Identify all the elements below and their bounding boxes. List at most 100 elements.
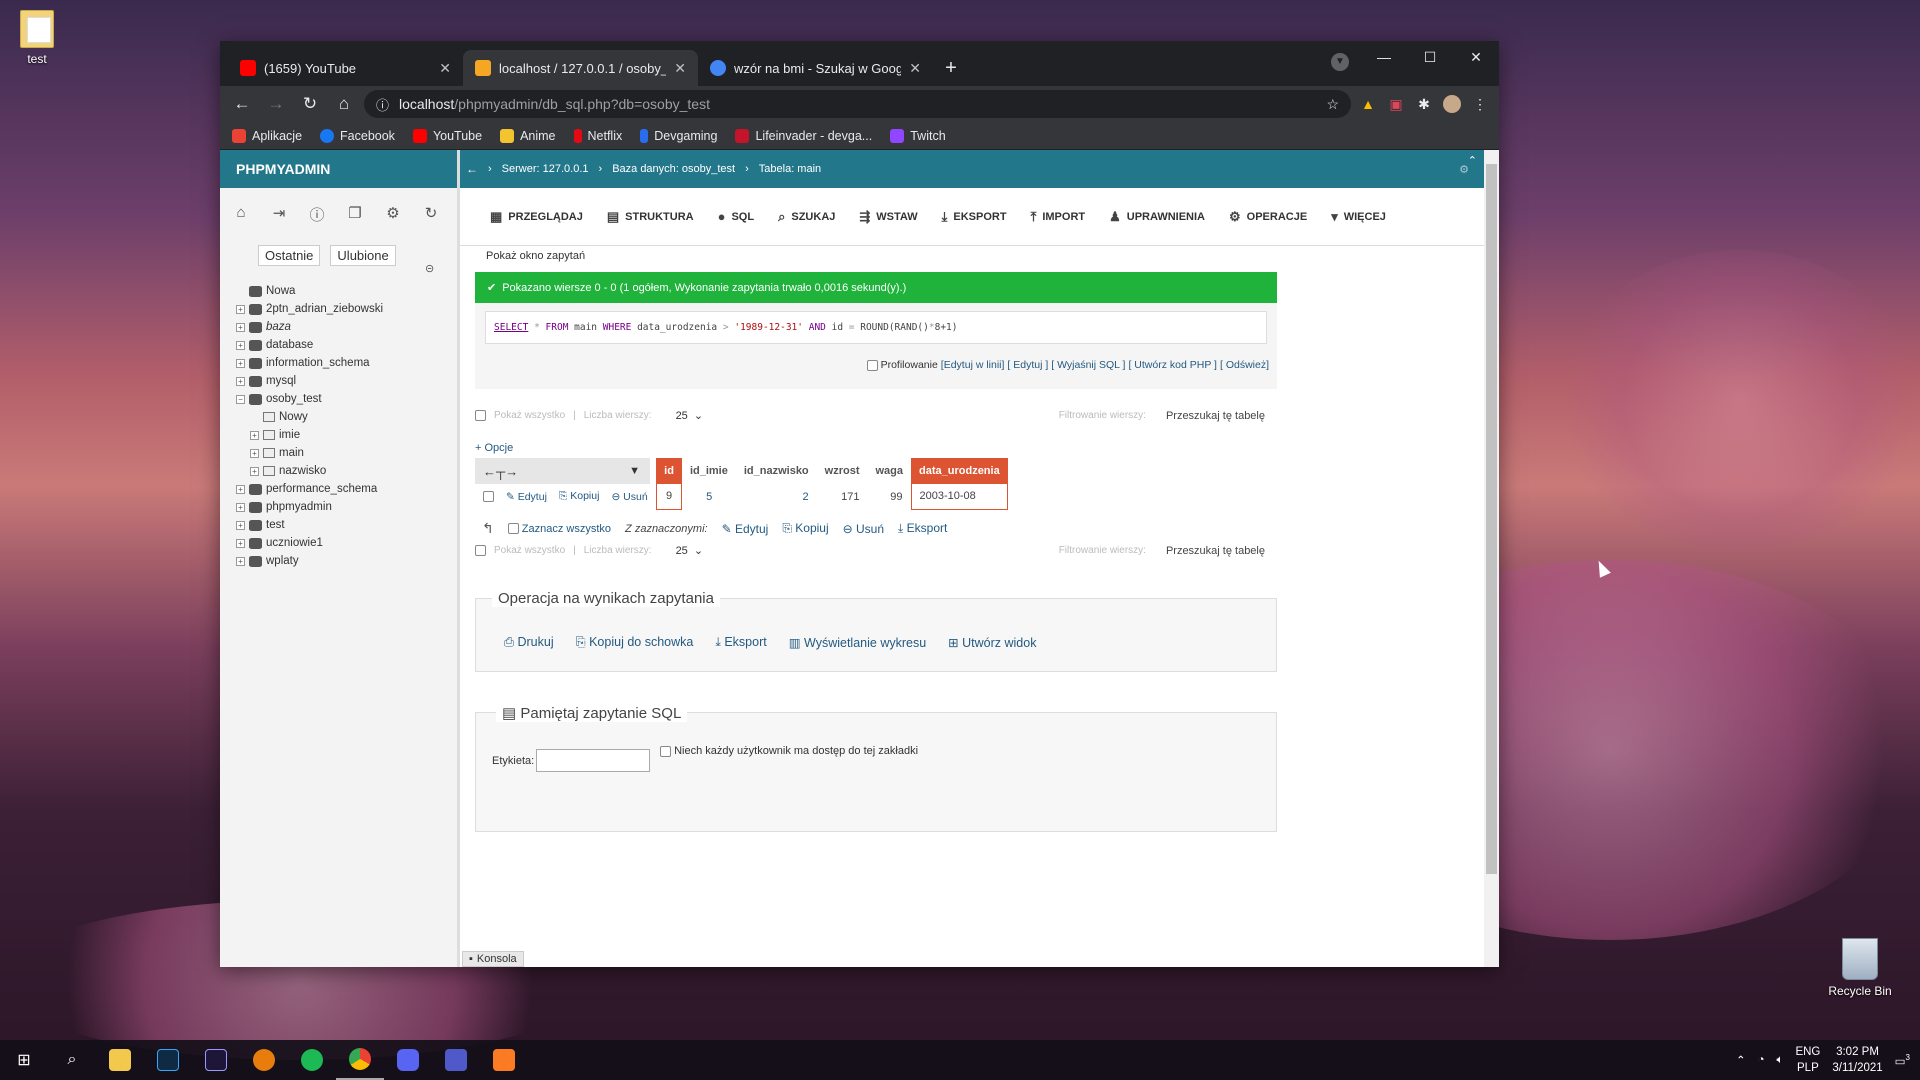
- bookmark-lifeinvader[interactable]: Lifeinvader - devga...: [735, 128, 872, 143]
- menu-tab-operacje[interactable]: ⚙ OPERACJE: [1229, 209, 1307, 225]
- profiling-checkbox[interactable]: [866, 359, 878, 371]
- row-copy-button[interactable]: ⎘ Kopiuj: [559, 490, 600, 503]
- expand-toggle-icon[interactable]: −: [236, 394, 245, 404]
- tree-database-item[interactable]: +2ptn_adrian_ziebowski: [236, 300, 383, 318]
- premiere-icon[interactable]: [192, 1040, 240, 1080]
- search-icon[interactable]: ⌕: [48, 1040, 96, 1080]
- collapse-icon[interactable]: ⌃: [1468, 154, 1477, 167]
- expand-toggle-icon[interactable]: +: [250, 466, 259, 476]
- expand-toggle-icon[interactable]: +: [236, 484, 245, 494]
- expand-toggle-icon[interactable]: +: [236, 340, 245, 350]
- rows-select[interactable]: 25 ⌄: [676, 409, 704, 422]
- expand-toggle-icon[interactable]: +: [236, 520, 245, 530]
- menu-tab-struktura[interactable]: ▤ STRUKTURA: [607, 209, 694, 225]
- tab-search-icon[interactable]: ▼: [1331, 53, 1349, 71]
- create-view-button[interactable]: ⊞ Utwórz widok: [948, 635, 1036, 650]
- blender-icon[interactable]: [240, 1040, 288, 1080]
- notifications-icon[interactable]: ▭3: [1895, 1053, 1910, 1068]
- settings-icon[interactable]: ⚙: [384, 204, 402, 225]
- expand-toggle-icon[interactable]: +: [250, 430, 259, 440]
- expand-toggle-icon[interactable]: +: [236, 304, 245, 314]
- options-link[interactable]: + Opcje: [475, 442, 513, 454]
- check-all-toggle[interactable]: Zaznacz wszystko: [507, 523, 611, 535]
- menu-tab-przeglądaj[interactable]: ▦ PRZEGLĄDAJ: [490, 209, 583, 225]
- home-icon[interactable]: ⌂: [232, 204, 250, 225]
- reload-icon[interactable]: ↻: [296, 90, 324, 118]
- close-window-button[interactable]: ✕: [1453, 41, 1499, 73]
- inline-edit-link[interactable]: [Edytuj w linii]: [941, 359, 1005, 371]
- extensions-icon[interactable]: ✱: [1413, 93, 1435, 115]
- recent-tab[interactable]: Ostatnie: [258, 245, 321, 266]
- column-header-id-nazwisko[interactable]: id_nazwisko: [736, 458, 817, 484]
- menu-tab-eksport[interactable]: ⤓ EKSPORT: [942, 209, 1007, 225]
- profile-avatar[interactable]: [1441, 93, 1463, 115]
- expand-toggle-icon[interactable]: +: [236, 322, 245, 332]
- home-icon[interactable]: ⌂: [330, 90, 358, 118]
- refresh-link[interactable]: [ Odśwież]: [1220, 359, 1269, 371]
- bulk-copy-button[interactable]: ⎘ Kopiuj: [782, 521, 828, 536]
- cell-wzrost[interactable]: 171: [817, 484, 868, 509]
- spotify-icon[interactable]: [288, 1040, 336, 1080]
- scrollbar[interactable]: [1484, 150, 1499, 967]
- tree-database-item[interactable]: + mysql: [236, 372, 383, 390]
- bookmark-youtube[interactable]: YouTube: [412, 128, 482, 143]
- bulk-delete-button[interactable]: ⊖ Usuń: [843, 522, 884, 536]
- info-icon[interactable]: ⓘ: [308, 204, 326, 225]
- row-delete-button[interactable]: ⊖ Usuń: [611, 491, 647, 503]
- bookmark-anime[interactable]: Anime: [500, 128, 556, 143]
- close-tab-icon[interactable]: ✕: [674, 60, 686, 77]
- back-icon[interactable]: ←: [228, 90, 256, 118]
- breadcrumb-table[interactable]: Tabela: main: [759, 163, 821, 175]
- back-arrow-icon[interactable]: ←: [466, 162, 478, 176]
- tree-database-item[interactable]: + wplaty: [236, 552, 383, 570]
- cell-waga[interactable]: 99: [868, 484, 912, 509]
- discord-icon[interactable]: [384, 1040, 432, 1080]
- show-query-box-link[interactable]: Pokaż okno zapytań: [486, 250, 585, 262]
- teams-icon[interactable]: [432, 1040, 480, 1080]
- tree-table-item[interactable]: + nazwisko: [236, 462, 383, 480]
- minimize-button[interactable]: —: [1361, 41, 1407, 73]
- chevron-up-icon[interactable]: ⌃: [1736, 1053, 1746, 1067]
- menu-tab-szukaj[interactable]: ⌕ SZUKAJ: [778, 209, 835, 225]
- print-button[interactable]: ⎙ Drukuj: [504, 635, 554, 650]
- reload-icon[interactable]: ↻: [422, 204, 440, 225]
- column-header-wzrost[interactable]: wzrost: [817, 458, 868, 484]
- desktop-icon-recycle-bin[interactable]: Recycle Bin: [1825, 938, 1895, 998]
- address-bar[interactable]: ⓘ localhost/phpmyadmin/db_sql.php?db=oso…: [364, 90, 1351, 118]
- browser-tab-google[interactable]: wzór na bmi - Szukaj w Google ✕: [698, 50, 933, 86]
- breadcrumb-database[interactable]: Baza danych: osoby_test: [612, 163, 735, 175]
- copy-to-clipboard-button[interactable]: ⎘ Kopiuj do schowka: [576, 635, 694, 650]
- favorites-tab[interactable]: Ulubione: [330, 245, 396, 266]
- tree-database-item[interactable]: + information_schema: [236, 354, 383, 372]
- browser-tab-youtube[interactable]: (1659) YouTube ✕: [228, 50, 463, 86]
- docs-icon[interactable]: ❐: [346, 204, 364, 225]
- photoshop-icon[interactable]: [144, 1040, 192, 1080]
- pma-logo[interactable]: PHPMYADMIN: [220, 150, 457, 188]
- tree-table-item[interactable]: + main: [236, 444, 383, 462]
- tree-database-item[interactable]: + test: [236, 516, 383, 534]
- tree-database-item[interactable]: + phpmyadmin: [236, 498, 383, 516]
- public-bookmark-toggle[interactable]: Niech każdy użytkownik ma dostęp do tej …: [660, 745, 918, 757]
- tree-database-item[interactable]: − osoby_test: [236, 390, 383, 408]
- tree-database-item[interactable]: Nowa: [236, 282, 383, 300]
- filter-input[interactable]: Przeszukaj tę tabelę: [1166, 410, 1265, 422]
- logout-icon[interactable]: ⇥: [270, 204, 288, 225]
- row-checkbox[interactable]: [483, 491, 494, 502]
- bookmark-star-icon[interactable]: ☆: [1326, 96, 1339, 113]
- cell-data-urodzenia[interactable]: 2003-10-08: [910, 484, 1009, 510]
- chrome-icon[interactable]: [336, 1040, 384, 1080]
- expand-toggle-icon[interactable]: +: [236, 538, 245, 548]
- menu-tab-import[interactable]: ⤒ IMPORT: [1031, 209, 1086, 225]
- maximize-button[interactable]: ☐: [1407, 41, 1453, 73]
- filter-input[interactable]: Przeszukaj tę tabelę: [1166, 545, 1265, 557]
- export-button[interactable]: ⤓ Eksport: [715, 635, 766, 650]
- new-tab-button[interactable]: +: [933, 50, 969, 86]
- cell-id-imie[interactable]: 5: [682, 484, 736, 509]
- row-edit-button[interactable]: ✎ Edytuj: [506, 491, 547, 503]
- tree-database-item[interactable]: + performance_schema: [236, 480, 383, 498]
- create-php-link[interactable]: [ Utwórz kod PHP ]: [1128, 359, 1217, 371]
- edit-link[interactable]: [ Edytuj ]: [1007, 359, 1048, 371]
- column-header-data-urodzenia[interactable]: data_urodzenia: [911, 458, 1008, 484]
- clock[interactable]: 3:02 PM 3/11/2021: [1832, 1044, 1882, 1076]
- close-tab-icon[interactable]: ✕: [439, 60, 451, 77]
